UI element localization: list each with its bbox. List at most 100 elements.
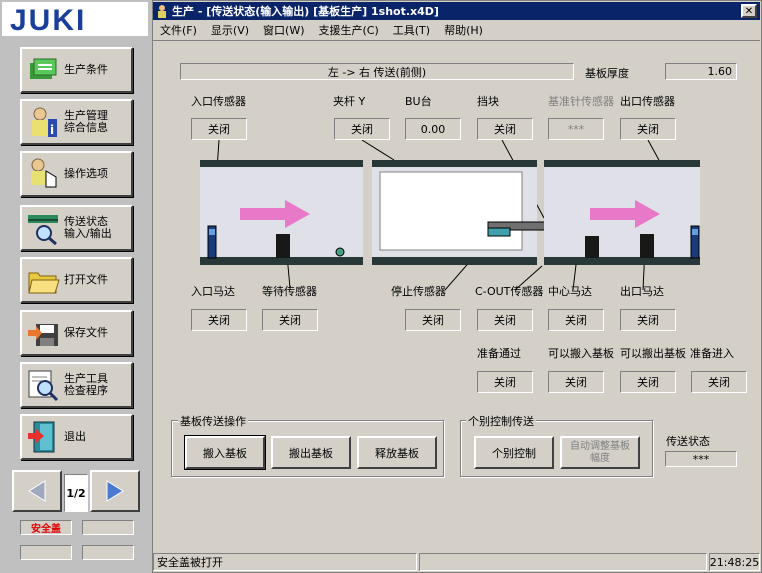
center-motor-value: 关闭 — [548, 309, 604, 331]
ready-enter-value: 关闭 — [691, 371, 747, 393]
menu-divider — [153, 40, 760, 41]
sidebar-item-label: 打开文件 — [64, 273, 108, 286]
stopper-label: 挡块 — [477, 95, 499, 108]
sidebar-item-label: 生产管理 综合信息 — [64, 109, 108, 134]
sidebar-item-label: 退出 — [64, 430, 86, 443]
rail-top-center — [372, 160, 537, 167]
operation-option-icon — [26, 157, 60, 191]
exit-motor-label: 出口马达 — [620, 285, 664, 298]
save-file-icon — [26, 316, 60, 350]
sidebar-item-tool-check[interactable]: 生产工具 检查程序 — [20, 362, 133, 408]
can-unload-value: 关闭 — [620, 371, 676, 393]
transfer-status-label: 传送状态 — [666, 435, 710, 448]
indicator-slot — [82, 545, 134, 560]
prev-page-button[interactable] — [12, 470, 62, 512]
open-folder-icon — [26, 263, 60, 297]
pcb-board — [379, 171, 523, 251]
exit-sensor-label: 出口传感器 — [620, 95, 675, 108]
window-title-bar[interactable]: 生产 - [传送状态(输入输出) [基板生产] 1shot.x4D] — [153, 2, 760, 20]
ready-pass-value: 关闭 — [477, 371, 533, 393]
unload-board-button[interactable]: 搬出基板 — [271, 436, 351, 469]
bu-table-value: 0.00 — [405, 118, 461, 140]
center-motor-icon — [585, 236, 599, 258]
load-board-button[interactable]: 搬入基板 — [184, 435, 266, 470]
sidebar-item-label: 操作选项 — [64, 167, 108, 180]
next-page-button[interactable] — [90, 470, 140, 512]
arrow-left-icon — [28, 480, 46, 502]
ready-pass-label: 准备通过 — [477, 347, 521, 360]
stopper-value: 关闭 — [477, 118, 533, 140]
exit-motor-value: 关闭 — [620, 309, 676, 331]
sidebar-item-label: 传送状态 输入/输出 — [64, 215, 112, 240]
rail-top-entry — [200, 160, 363, 167]
ref-pin-sensor-label: 基准针传感器 — [548, 95, 614, 108]
arrow-right-icon — [106, 480, 124, 502]
status-message: 安全盖被打开 — [153, 553, 417, 571]
ready-enter-label: 准备进入 — [690, 347, 734, 360]
auto-adjust-width-button[interactable]: 自动调整基板 幅度 — [560, 436, 640, 469]
status-pane — [419, 553, 707, 571]
individual-control-title: 个别控制传送 — [466, 413, 536, 429]
indicator-slot — [20, 545, 72, 560]
svg-text:i: i — [50, 123, 54, 137]
ref-pin-sensor-value: *** — [548, 118, 604, 140]
menu-window[interactable]: 窗口(W) — [256, 22, 311, 38]
svg-text:JUKI: JUKI — [10, 4, 86, 36]
exit-motor-icon — [640, 234, 654, 258]
cout-sensor-label: C-OUT传感器 — [475, 285, 544, 298]
menu-file[interactable]: 文件(F) — [153, 22, 204, 38]
sidebar-item-label: 生产条件 — [64, 63, 108, 76]
menu-view[interactable]: 显示(V) — [204, 22, 256, 38]
sidebar-item-save-file[interactable]: 保存文件 — [20, 310, 133, 356]
page-indicator: 1/2 — [64, 474, 88, 512]
clamp-y-value: 关闭 — [334, 118, 390, 140]
sidebar-item-label: 生产工具 检查程序 — [64, 372, 108, 397]
sidebar-item-open-file[interactable]: 打开文件 — [20, 257, 133, 303]
can-load-value: 关闭 — [548, 371, 604, 393]
rail-bottom-exit — [544, 257, 700, 265]
production-info-icon: i — [26, 105, 60, 139]
menu-help[interactable]: 帮助(H) — [437, 22, 490, 38]
stop-sensor-value: 关闭 — [405, 309, 461, 331]
entry-sensor-value: 关闭 — [191, 118, 247, 140]
juki-logo: JUKI — [2, 2, 148, 37]
entry-sensor-label: 入口传感器 — [191, 95, 246, 108]
sidebar-item-transfer-status[interactable]: 传送状态 输入/输出 — [20, 205, 133, 251]
sidebar-item-label: 保存文件 — [64, 326, 108, 339]
bu-table-label: BU台 — [405, 95, 432, 108]
production-condition-icon — [26, 53, 60, 87]
status-clock: 21:48:25 — [709, 553, 760, 571]
close-icon[interactable]: ✕ — [741, 4, 757, 18]
rail-bottom-center — [372, 257, 537, 265]
stop-sensor-label: 停止传感器 — [391, 285, 446, 298]
tool-check-icon — [26, 368, 60, 402]
safety-cover-indicator: 安全盖 — [20, 520, 72, 535]
indicator-slot — [82, 520, 134, 535]
sidebar-item-operation-option[interactable]: 操作选项 — [20, 151, 133, 197]
clamp-y-label: 夹杆 Y — [333, 95, 366, 108]
exit-door-icon — [26, 420, 60, 454]
sidebar-item-production-info[interactable]: i 生产管理 综合信息 — [20, 99, 133, 145]
wait-sensor-value: 关闭 — [262, 309, 318, 331]
release-board-button[interactable]: 释放基板 — [357, 436, 437, 469]
can-load-label: 可以搬入基板 — [548, 347, 614, 360]
status-bar: 安全盖被打开 21:48:25 — [153, 553, 760, 571]
app-icon — [155, 4, 169, 18]
cout-sensor-value: 关闭 — [477, 309, 533, 331]
transfer-status-icon — [26, 211, 60, 246]
exit-sensor-value: 关闭 — [620, 118, 676, 140]
menu-tools[interactable]: 工具(T) — [386, 22, 437, 38]
individual-control-button[interactable]: 个别控制 — [474, 436, 554, 469]
wait-sensor-label: 等待传感器 — [262, 285, 317, 298]
entry-motor-label: 入口马达 — [191, 285, 235, 298]
board-ops-title: 基板传送操作 — [178, 413, 248, 429]
sidebar-item-production-condition[interactable]: 生产条件 — [20, 47, 133, 93]
sidebar-item-exit[interactable]: 退出 — [20, 414, 133, 460]
menu-support[interactable]: 支援生产(C) — [312, 22, 386, 38]
center-motor-label: 中心马达 — [548, 285, 592, 298]
entry-motor-icon — [276, 234, 290, 258]
transfer-direction: 左 -> 右 传送(前侧) — [180, 63, 574, 80]
conveyor-diagram — [200, 140, 700, 290]
transfer-status-value: *** — [665, 451, 737, 467]
board-thickness-value: 1.60 — [665, 63, 737, 80]
